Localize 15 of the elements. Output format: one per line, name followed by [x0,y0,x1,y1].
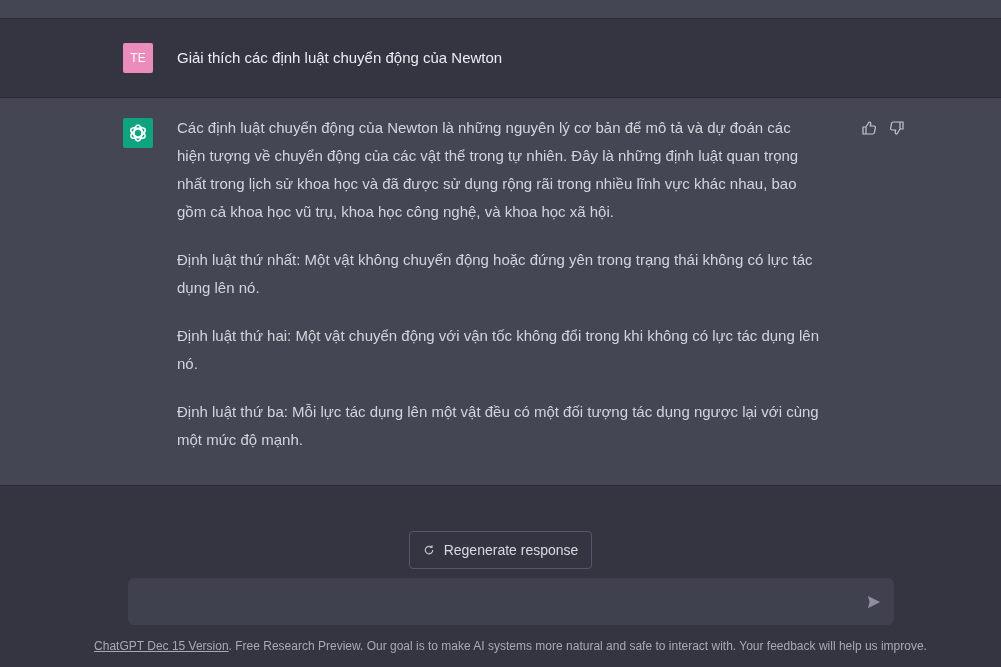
regenerate-button[interactable]: Regenerate response [408,531,593,569]
answer-paragraph: Các định luật chuyển động của Newton là những nguyên lý cơ bản để mô tả và dự đoán các hiện tượng về chuyển động của các vật thể trong tự nhiên. Đây là những định luật quan trọng nhất trong lịch sử khoa học và đã được sử dụng rộng rãi trong nhiều lĩnh vực khác nhau, bao gồm cả khoa học vũ trụ, khoa học công nghệ, và khoa học xã hội. [177,118,800,222]
thumbs-up-icon[interactable] [861,120,877,136]
user-avatar: TE [123,43,153,73]
user-message: Giải thích các định luật chuyển động của Newton [177,48,503,68]
answer-paragraph: Định luật thứ nhất: Một vật không chuyển động hoặc đứng yên trong trạng thái không có lực tác dụng lên nó. [177,250,814,298]
answer-paragraph: Định luật thứ hai: Một vật chuyển động với vận tốc không đổi trong khi không có lực tác dụng lên nó. [177,326,820,374]
refresh-icon [422,544,435,556]
footer-note: ChatGPT Dec 15 Version. Free Research Preview. Our goal is to make AI systems more natural and safe to interact with. Your feedback will help us improve. [94,639,927,653]
thumbs-down-icon[interactable] [889,120,905,136]
send-icon[interactable] [866,594,881,609]
answer-paragraph: Định luật thứ ba: Mỗi lực tác dụng lên một vật đều có một đối tượng tác dụng ngược lại với cùng một mức độ mạnh. [177,402,820,450]
version-link[interactable]: ChatGPT Dec 15 Version [94,639,229,653]
message-input[interactable] [127,578,894,625]
assistant-logo-icon [123,118,153,148]
